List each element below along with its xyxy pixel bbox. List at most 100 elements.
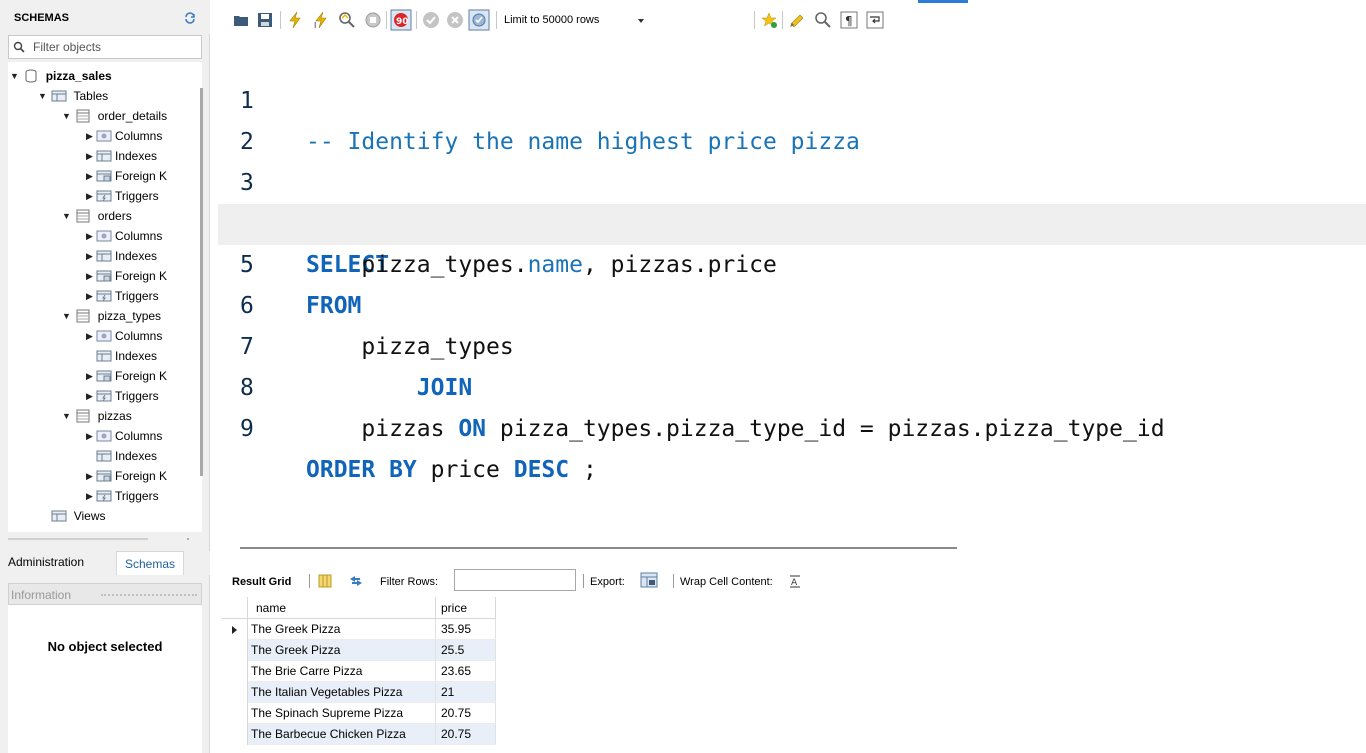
find-icon[interactable] [814,11,832,29]
panel-splitter[interactable] [8,537,202,541]
execute-lightning-icon[interactable] [286,11,304,29]
tree-scrollbar[interactable] [200,88,203,476]
add-snippet-star-icon[interactable] [760,11,778,29]
expand-arrow-icon[interactable]: ▶ [86,126,96,146]
collapse-arrow-icon[interactable]: ▼ [62,306,72,326]
tree-foreign-keys[interactable]: ▶ Foreign K [86,166,167,186]
tree-indexes[interactable]: Indexes [86,346,157,366]
tree-triggers[interactable]: ▶ Triggers [86,286,159,306]
tree-tables-folder[interactable]: ▼ Tables [38,86,108,106]
tab-administration[interactable]: Administration [8,555,84,569]
result-grid-tab[interactable]: Result Grid [232,576,291,588]
expand-arrow-icon[interactable]: ▶ [86,386,96,406]
table-cell[interactable]: 35.95 [436,619,496,640]
row-marker[interactable] [222,682,248,703]
tree-foreign-keys[interactable]: ▶ Foreign K [86,466,167,486]
expand-arrow-icon[interactable]: ▶ [86,466,96,486]
code-line[interactable]: 1 -- Identify the name highest price piz… [218,40,1366,155]
tree-table-order-details[interactable]: ▼ order_details [62,106,167,126]
beautify-brush-icon[interactable] [788,11,806,29]
filter-rows-icon[interactable] [348,574,364,588]
table-cell[interactable]: The Greek Pizza [248,640,436,661]
editor-horizontal-scrollbar[interactable] [240,547,957,549]
filter-objects-input[interactable] [33,39,198,55]
grid-view-icon[interactable] [318,574,332,588]
export-icon[interactable] [640,572,658,588]
tree-triggers[interactable]: ▶ Triggers [86,186,159,206]
tree-triggers[interactable]: ▶ Triggers [86,486,159,506]
refresh-schemas-icon[interactable] [182,10,198,26]
tree-indexes[interactable]: ▶ Indexes [86,146,157,166]
table-cell[interactable]: 23.65 [436,661,496,682]
tree-foreign-keys[interactable]: ▶ Foreign K [86,366,167,386]
rollback-icon[interactable] [446,11,464,29]
stop-icon[interactable] [364,11,382,29]
table-cell[interactable]: The Barbecue Chicken Pizza [248,724,436,745]
tree-schema-pizza-sales[interactable]: ▼ pizza_sales [10,66,112,86]
collapse-arrow-icon[interactable]: ▼ [62,106,72,126]
tree-foreign-keys[interactable]: ▶ Foreign K [86,266,167,286]
expand-arrow-icon[interactable]: ▶ [86,226,96,246]
row-marker[interactable] [222,640,248,661]
expand-arrow-icon[interactable]: ▶ [86,366,96,386]
open-folder-icon[interactable] [232,11,250,29]
row-marker[interactable] [222,724,248,745]
code-line[interactable]: 4 pizza_types.name, pizzas.price [218,163,1366,278]
tree-triggers[interactable]: ▶ Triggers [86,386,159,406]
column-header-price[interactable]: price [436,597,496,619]
collapse-arrow-icon[interactable]: ▼ [10,66,20,86]
tree-columns[interactable]: ▶ Columns [86,426,162,446]
expand-arrow-icon[interactable]: ▶ [86,326,96,346]
expand-arrow-icon[interactable]: ▶ [86,146,96,166]
code-line[interactable]: 3 • SELECT [218,122,1366,278]
expand-arrow-icon[interactable]: ▶ [86,486,96,506]
expand-arrow-icon[interactable]: ▶ [86,186,96,206]
collapse-arrow-icon[interactable]: ▼ [62,206,72,226]
tree-table-pizzas[interactable]: ▼ pizzas [62,406,132,426]
expand-arrow-icon[interactable]: ▶ [86,246,96,266]
expand-arrow-icon[interactable]: ▶ [86,426,96,446]
code-line[interactable]: 8 pizzas ON pizza_types.pizza_type_id = … [218,327,1366,442]
table-cell[interactable]: The Spinach Supreme Pizza [248,703,436,724]
row-marker[interactable] [222,619,248,640]
tree-views-folder[interactable]: Views [38,506,105,526]
tree-columns[interactable]: ▶ Columns [86,126,162,146]
code-line-current[interactable]: 5 FROM [218,204,1366,319]
filter-objects-box[interactable] [8,35,202,59]
expand-arrow-icon[interactable]: ▶ [86,266,96,286]
word-wrap-icon[interactable] [866,11,884,29]
code-line[interactable]: 2 [218,81,1366,155]
wrap-cell-icon[interactable]: A [788,574,802,588]
table-cell[interactable]: 20.75 [436,724,496,745]
row-marker[interactable] [222,661,248,682]
table-cell[interactable]: 25.5 [436,640,496,661]
table-cell[interactable]: The Brie Carre Pizza [248,661,436,682]
row-marker[interactable] [222,703,248,724]
chevron-down-icon[interactable] [638,19,644,23]
collapse-arrow-icon[interactable]: ▼ [38,86,48,106]
code-line[interactable]: 6 pizza_types [218,245,1366,360]
invisible-chars-icon[interactable]: ¶ [840,11,858,29]
collapse-arrow-icon[interactable]: ▼ [62,406,72,426]
toggle-stop-on-error-icon[interactable]: 90 [390,9,412,31]
tree-indexes[interactable]: Indexes [86,446,157,466]
sql-editor[interactable]: 1 -- Identify the name highest price piz… [218,40,1366,540]
tree-columns[interactable]: ▶ Columns [86,226,162,246]
tree-table-pizza-types[interactable]: ▼ pizza_types [62,306,161,326]
autocommit-toggle-icon[interactable] [468,9,490,31]
expand-arrow-icon[interactable]: ▶ [86,166,96,186]
table-cell[interactable]: The Italian Vegetables Pizza [248,682,436,703]
tab-schemas[interactable]: Schemas [116,551,185,575]
table-cell[interactable]: 20.75 [436,703,496,724]
code-line[interactable]: 9 ORDER BY price DESC ; [218,368,1366,483]
tree-columns[interactable]: ▶ Columns [86,326,162,346]
limit-rows-select[interactable]: Limit to 50000 rows [500,10,650,32]
table-cell[interactable]: The Greek Pizza [248,619,436,640]
column-header-name[interactable]: name [248,597,436,619]
tree-indexes[interactable]: ▶ Indexes [86,246,157,266]
expand-arrow-icon[interactable]: ▶ [86,286,96,306]
table-cell[interactable]: 21 [436,682,496,703]
commit-icon[interactable] [422,11,440,29]
filter-rows-input[interactable] [454,569,576,591]
execute-current-icon[interactable]: I [312,11,330,29]
